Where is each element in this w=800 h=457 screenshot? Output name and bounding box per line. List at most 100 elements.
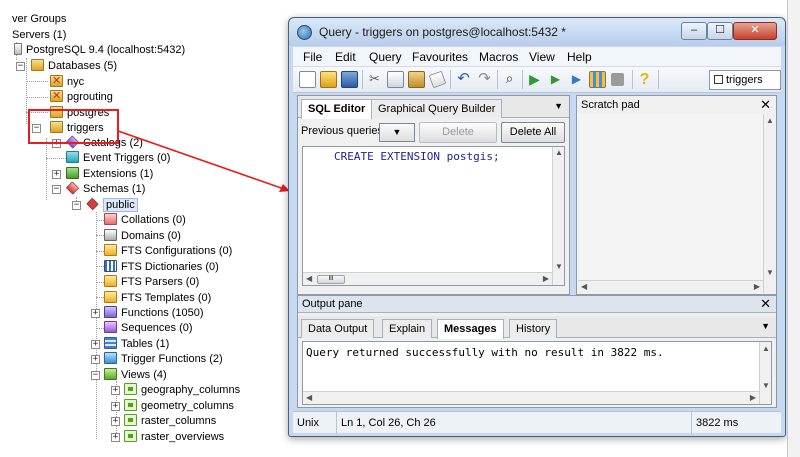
scratch-horizontal-scrollbar[interactable]: ◀ ▶	[578, 280, 763, 293]
scroll-up-icon[interactable]: ▲	[762, 344, 770, 353]
delete-all-button[interactable]: Delete All	[501, 122, 565, 143]
minimize-button[interactable]: ‒	[681, 22, 707, 40]
scratch-vertical-scrollbar[interactable]: ▲ ▼	[763, 114, 775, 293]
execute-pgscript-icon[interactable]	[589, 71, 606, 88]
tree-fts-templates[interactable]: FTS Templates (0)	[104, 290, 211, 306]
undo-icon[interactable]: ↶	[455, 71, 472, 88]
view-expand-toggle[interactable]: +	[111, 417, 120, 426]
tab-menu-icon[interactable]: ▼	[554, 101, 563, 111]
tree-tables[interactable]: Tables (1)	[104, 336, 169, 352]
tree-domains[interactable]: Domains (0)	[104, 228, 181, 244]
extensions-expand-toggle[interactable]: +	[52, 170, 61, 179]
databases-collapse-toggle[interactable]: −	[16, 62, 25, 71]
menu-view[interactable]: View	[529, 50, 555, 64]
scroll-left-icon[interactable]: ◀	[306, 274, 312, 283]
messages-vertical-scrollbar[interactable]: ▲ ▼	[759, 342, 771, 404]
menu-favourites[interactable]: Favourites	[412, 50, 468, 64]
connection-combo[interactable]: triggers	[709, 70, 781, 90]
menu-query[interactable]: Query	[369, 50, 402, 64]
tree-servers[interactable]: Servers (1)	[12, 27, 66, 43]
redo-icon[interactable]: ↷	[476, 71, 493, 88]
cancel-query-icon[interactable]	[611, 73, 624, 86]
scroll-down-icon[interactable]: ▼	[555, 262, 563, 271]
view-expand-toggle[interactable]: +	[111, 402, 120, 411]
tree-view-raster-columns[interactable]: raster_columns	[124, 413, 216, 429]
tab-messages[interactable]: Messages	[437, 319, 504, 339]
scroll-down-icon[interactable]: ▼	[762, 381, 770, 390]
tree-server-postgresql[interactable]: PostgreSQL 9.4 (localhost:5432)	[14, 42, 185, 58]
sql-text[interactable]: CREATE EXTENSION postgis;	[334, 150, 500, 163]
scratch-pad-text[interactable]: ▲ ▼ ◀ ▶	[578, 114, 775, 293]
tables-expand-toggle[interactable]: +	[91, 340, 100, 349]
tab-menu-icon[interactable]: ▼	[761, 321, 770, 331]
trigger-functions-expand-toggle[interactable]: +	[91, 355, 100, 364]
tab-explain[interactable]: Explain	[382, 319, 433, 338]
tab-data-output[interactable]: Data Output	[301, 319, 375, 338]
open-file-icon[interactable]	[320, 71, 337, 88]
copy-icon[interactable]	[387, 71, 404, 88]
editor-vertical-scrollbar[interactable]: ▲ ▼	[552, 147, 564, 285]
paste-icon[interactable]	[408, 71, 425, 88]
tree-collations[interactable]: Collations (0)	[104, 212, 186, 228]
tab-sql-editor[interactable]: SQL Editor	[301, 99, 373, 119]
tree-fts-dictionaries[interactable]: FTS Dictionaries (0)	[104, 259, 219, 275]
tree-views[interactable]: Views (4)	[104, 367, 167, 383]
menu-macros[interactable]: Macros	[479, 50, 518, 64]
tree-view-geometry-columns[interactable]: geometry_columns	[124, 398, 234, 414]
tree-event-triggers[interactable]: Event Triggers (0)	[66, 150, 170, 166]
tree-fts-parsers[interactable]: FTS Parsers (0)	[104, 274, 199, 290]
execute-icon[interactable]: ▶	[526, 71, 543, 88]
tree-functions[interactable]: Functions (1050)	[104, 305, 204, 321]
scroll-right-icon[interactable]: ▶	[750, 393, 756, 402]
maximize-button[interactable]: ☐	[707, 22, 733, 40]
execute-to-file-icon[interactable]: ▶	[568, 71, 585, 88]
messages-output[interactable]: Query returned successfully with no resu…	[302, 341, 772, 405]
public-collapse-toggle[interactable]: −	[72, 201, 81, 210]
views-collapse-toggle[interactable]: −	[91, 371, 100, 380]
scroll-left-icon[interactable]: ◀	[306, 393, 312, 402]
title-bar[interactable]: Query - triggers on postgres@localhost:5…	[289, 18, 785, 46]
scroll-thumb[interactable]: III	[317, 275, 345, 284]
tree-server-groups[interactable]: ver Groups	[12, 11, 66, 27]
scroll-right-icon[interactable]: ▶	[543, 274, 549, 283]
save-icon[interactable]	[341, 71, 358, 88]
tree-databases[interactable]: Databases (5)	[31, 58, 117, 74]
tree-fts-configurations[interactable]: FTS Configurations (0)	[104, 243, 232, 259]
tree-extensions[interactable]: Extensions (1)	[66, 166, 153, 182]
view-expand-toggle[interactable]: +	[111, 433, 120, 442]
tree-schemas[interactable]: Schemas (1)	[65, 181, 145, 197]
tab-graphical-query-builder[interactable]: Graphical Query Builder	[371, 99, 503, 118]
scratch-pad-close-icon[interactable]: ✕	[760, 97, 771, 113]
menu-help[interactable]: Help	[567, 50, 592, 64]
schemas-collapse-toggle[interactable]: −	[52, 185, 61, 194]
menu-file[interactable]: File	[303, 50, 322, 64]
previous-queries-dropdown[interactable]: ▼	[379, 123, 415, 142]
tree-view-raster-overviews[interactable]: raster_overviews	[124, 429, 224, 445]
close-button[interactable]: ✕	[733, 22, 777, 40]
find-icon[interactable]: ⌕	[501, 71, 518, 88]
functions-expand-toggle[interactable]: +	[91, 309, 100, 318]
scroll-right-icon[interactable]: ▶	[754, 282, 760, 291]
output-pane-close-icon[interactable]: ✕	[760, 296, 771, 312]
delete-button[interactable]: Delete	[419, 122, 497, 143]
tab-history[interactable]: History	[509, 319, 558, 338]
explain-icon[interactable]: ▶	[547, 71, 564, 88]
messages-horizontal-scrollbar[interactable]: ◀ ▶	[303, 391, 759, 404]
tree-view-geography-columns[interactable]: geography_columns	[124, 382, 240, 398]
scroll-down-icon[interactable]: ▼	[766, 268, 774, 277]
cut-icon[interactable]: ✂	[366, 71, 383, 88]
view-expand-toggle[interactable]: +	[111, 386, 120, 395]
editor-horizontal-scrollbar[interactable]: ◀ III ▶	[303, 272, 552, 285]
tree-sequences[interactable]: Sequences (0)	[104, 320, 193, 336]
sql-editor[interactable]: CREATE EXTENSION postgis; ▲ ▼ ◀ III ▶	[302, 146, 565, 286]
new-file-icon[interactable]	[299, 71, 316, 88]
clear-icon[interactable]	[428, 70, 447, 89]
tree-trigger-functions[interactable]: Trigger Functions (2)	[104, 351, 223, 367]
menu-edit[interactable]: Edit	[335, 50, 356, 64]
scroll-up-icon[interactable]: ▲	[555, 148, 563, 157]
tree-db-pgrouting[interactable]: pgrouting	[50, 88, 113, 105]
tree-schema-public[interactable]: public	[86, 197, 138, 213]
scroll-up-icon[interactable]: ▲	[766, 116, 774, 125]
scroll-left-icon[interactable]: ◀	[581, 282, 587, 291]
help-icon[interactable]: ?	[636, 71, 653, 88]
